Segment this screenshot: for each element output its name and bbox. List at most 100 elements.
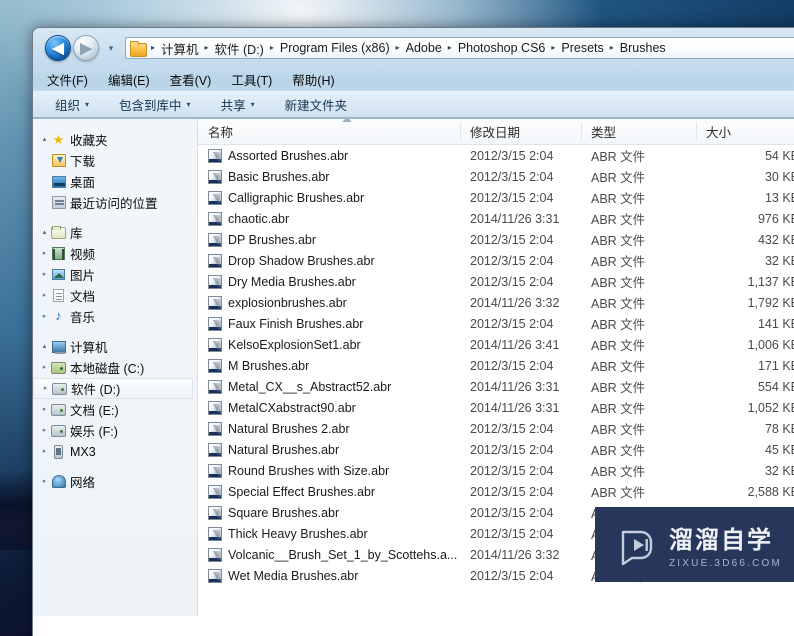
file-name-cell[interactable]: MetalCXabstract90.abr bbox=[198, 400, 460, 415]
file-name-cell[interactable]: chaotic.abr bbox=[198, 211, 460, 226]
file-name-cell[interactable]: Drop Shadow Brushes.abr bbox=[198, 253, 460, 268]
file-name-cell[interactable]: Wet Media Brushes.abr bbox=[198, 568, 460, 583]
menu-view[interactable]: 查看(V) bbox=[170, 68, 221, 91]
file-name-cell[interactable]: Natural Brushes 2.abr bbox=[198, 421, 460, 436]
sidebar-item-music[interactable]: ▸ ♪ 音乐 bbox=[33, 306, 197, 327]
table-row[interactable]: Natural Brushes.abr 2012/3/15 2:04 ABR 文件 4… bbox=[198, 439, 794, 460]
file-name-cell[interactable]: Thick Heavy Brushes.abr bbox=[198, 526, 460, 541]
file-name-cell[interactable]: KelsoExplosionSet1.abr bbox=[198, 337, 460, 352]
menu-help[interactable]: 帮助(H) bbox=[292, 68, 343, 91]
breadcrumb-item-5[interactable]: Presets bbox=[558, 40, 606, 56]
breadcrumb-item-3[interactable]: Adobe bbox=[403, 40, 445, 56]
chevron-collapsed-icon[interactable]: ▸ bbox=[40, 385, 51, 392]
nav-group-computer[interactable]: ▴ 计算机 bbox=[33, 336, 197, 357]
navigation-pane[interactable]: ▴ ★ 收藏夹 下载 桌面 最近访问的位置 ▴ 库 ▸ 视频 ▸ 图片 ▸ 文档… bbox=[33, 119, 198, 616]
breadcrumb-separator[interactable]: ▸ bbox=[267, 44, 277, 52]
share-button[interactable]: 共享 ▾ bbox=[213, 93, 263, 116]
file-name-cell[interactable]: Calligraphic Brushes.abr bbox=[198, 190, 460, 205]
breadcrumb-separator[interactable]: ▸ bbox=[393, 44, 403, 52]
breadcrumb-item-0[interactable]: 计算机 bbox=[158, 38, 202, 58]
column-header-date[interactable]: 修改日期 bbox=[460, 119, 581, 145]
chevron-expanded-icon[interactable]: ▴ bbox=[39, 343, 50, 350]
chevron-collapsed-icon[interactable]: ▸ bbox=[39, 313, 50, 320]
sidebar-item-recent-places[interactable]: 最近访问的位置 bbox=[33, 192, 197, 213]
table-row[interactable]: explosionbrushes.abr 2014/11/26 3:32 ABR 文… bbox=[198, 292, 794, 313]
file-name-cell[interactable]: Faux Finish Brushes.abr bbox=[198, 316, 460, 331]
sidebar-item-mx3[interactable]: ▸ MX3 bbox=[33, 441, 197, 462]
file-list-pane[interactable]: 名称 修改日期 类型 大小 Assorted Brushes.abr 2012/3… bbox=[198, 119, 794, 616]
file-name-cell[interactable]: Square Brushes.abr bbox=[198, 505, 460, 520]
chevron-collapsed-icon[interactable]: ▸ bbox=[39, 364, 50, 371]
file-name-cell[interactable]: Assorted Brushes.abr bbox=[198, 148, 460, 163]
sidebar-item-documents[interactable]: ▸ 文档 bbox=[33, 285, 197, 306]
table-row[interactable]: Natural Brushes 2.abr 2012/3/15 2:04 ABR 文… bbox=[198, 418, 794, 439]
table-row[interactable]: Basic Brushes.abr 2012/3/15 2:04 ABR 文件 30 … bbox=[198, 166, 794, 187]
file-name-cell[interactable]: Dry Media Brushes.abr bbox=[198, 274, 460, 289]
chevron-collapsed-icon[interactable]: ▸ bbox=[39, 478, 50, 485]
sidebar-item-desktop[interactable]: 桌面 bbox=[33, 171, 197, 192]
sidebar-item-documents-e[interactable]: ▸ 文档 (E:) bbox=[33, 399, 197, 420]
chevron-collapsed-icon[interactable]: ▸ bbox=[39, 250, 50, 257]
chevron-collapsed-icon[interactable]: ▸ bbox=[39, 427, 50, 434]
table-row[interactable]: Round Brushes with Size.abr 2012/3/15 2:0… bbox=[198, 460, 794, 481]
menu-file[interactable]: 文件(F) bbox=[47, 68, 97, 91]
table-row[interactable]: Calligraphic Brushes.abr 2012/3/15 2:04 AB… bbox=[198, 187, 794, 208]
chevron-expanded-icon[interactable]: ▴ bbox=[39, 229, 50, 236]
breadcrumb[interactable]: ▸ 计算机 ▸ 软件 (D:) ▸ Program Files (x86) ▸ … bbox=[125, 37, 794, 59]
chevron-collapsed-icon[interactable]: ▸ bbox=[39, 448, 50, 455]
chevron-collapsed-icon[interactable]: ▸ bbox=[39, 292, 50, 299]
sidebar-item-pictures[interactable]: ▸ 图片 bbox=[33, 264, 197, 285]
table-row[interactable]: Special Effect Brushes.abr 2012/3/15 2:04… bbox=[198, 481, 794, 502]
sidebar-item-local-disk-c[interactable]: ▸ 本地磁盘 (C:) bbox=[33, 357, 197, 378]
nav-group-libraries[interactable]: ▴ 库 bbox=[33, 222, 197, 243]
nav-group-favorites[interactable]: ▴ ★ 收藏夹 bbox=[33, 129, 197, 150]
file-name-cell[interactable]: Volcanic__Brush_Set_1_by_Scottehs.a... bbox=[198, 547, 460, 562]
sidebar-item-network[interactable]: ▸ 网络 bbox=[33, 471, 197, 492]
table-row[interactable]: chaotic.abr 2014/11/26 3:31 ABR 文件 976 KB bbox=[198, 208, 794, 229]
sidebar-item-software-d[interactable]: ▸ 软件 (D:) bbox=[33, 378, 193, 399]
column-header-size[interactable]: 大小 bbox=[696, 119, 794, 145]
organize-button[interactable]: 组织 ▾ bbox=[47, 93, 97, 116]
table-row[interactable]: KelsoExplosionSet1.abr 2014/11/26 3:41 ABR… bbox=[198, 334, 794, 355]
table-row[interactable]: MetalCXabstract90.abr 2014/11/26 3:31 ABR … bbox=[198, 397, 794, 418]
table-row[interactable]: Dry Media Brushes.abr 2012/3/15 2:04 ABR 文… bbox=[198, 271, 794, 292]
breadcrumb-item-2[interactable]: Program Files (x86) bbox=[277, 40, 393, 56]
file-name-cell[interactable]: Natural Brushes.abr bbox=[198, 442, 460, 457]
table-row[interactable]: Metal_CX__s_Abstract52.abr 2014/11/26 3:3… bbox=[198, 376, 794, 397]
recent-pages-dropdown-button[interactable]: ▾ bbox=[103, 36, 119, 60]
sidebar-item-downloads[interactable]: 下载 bbox=[33, 150, 197, 171]
column-header-type[interactable]: 类型 bbox=[581, 119, 696, 145]
chevron-expanded-icon[interactable]: ▴ bbox=[39, 136, 50, 143]
table-row[interactable]: DP Brushes.abr 2012/3/15 2:04 ABR 文件 432 KB bbox=[198, 229, 794, 250]
table-row[interactable]: M Brushes.abr 2012/3/15 2:04 ABR 文件 171 KB bbox=[198, 355, 794, 376]
table-row[interactable]: Drop Shadow Brushes.abr 2012/3/15 2:04 ABR… bbox=[198, 250, 794, 271]
new-folder-button[interactable]: 新建文件夹 bbox=[277, 93, 356, 116]
breadcrumb-item-6[interactable]: Brushes bbox=[617, 40, 669, 56]
file-name-cell[interactable]: Round Brushes with Size.abr bbox=[198, 463, 460, 478]
sidebar-item-videos[interactable]: ▸ 视频 bbox=[33, 243, 197, 264]
chevron-collapsed-icon[interactable]: ▸ bbox=[39, 406, 50, 413]
breadcrumb-item-1[interactable]: 软件 (D:) bbox=[212, 38, 267, 58]
forward-button[interactable]: ▶ bbox=[73, 35, 99, 61]
breadcrumb-separator[interactable]: ▸ bbox=[202, 44, 212, 52]
file-name-cell[interactable]: Basic Brushes.abr bbox=[198, 169, 460, 184]
file-name-cell[interactable]: explosionbrushes.abr bbox=[198, 295, 460, 310]
menu-tools[interactable]: 工具(T) bbox=[231, 68, 281, 91]
include-in-library-button[interactable]: 包含到库中 ▾ bbox=[111, 93, 199, 116]
sidebar-item-entertainment-f[interactable]: ▸ 娱乐 (F:) bbox=[33, 420, 197, 441]
table-row[interactable]: Faux Finish Brushes.abr 2012/3/15 2:04 ABR… bbox=[198, 313, 794, 334]
menu-edit[interactable]: 编辑(E) bbox=[108, 68, 159, 91]
file-name-cell[interactable]: M Brushes.abr bbox=[198, 358, 460, 373]
column-header-name[interactable]: 名称 bbox=[198, 119, 460, 145]
file-name-cell[interactable]: DP Brushes.abr bbox=[198, 232, 460, 247]
breadcrumb-separator[interactable]: ▸ bbox=[445, 44, 455, 52]
breadcrumb-separator[interactable]: ▸ bbox=[148, 44, 158, 52]
breadcrumb-separator[interactable]: ▸ bbox=[548, 44, 558, 52]
breadcrumb-separator[interactable]: ▸ bbox=[607, 44, 617, 52]
file-name-cell[interactable]: Metal_CX__s_Abstract52.abr bbox=[198, 379, 460, 394]
table-row[interactable]: Assorted Brushes.abr 2012/3/15 2:04 ABR 文件… bbox=[198, 145, 794, 166]
breadcrumb-item-4[interactable]: Photoshop CS6 bbox=[455, 40, 549, 56]
chevron-collapsed-icon[interactable]: ▸ bbox=[39, 271, 50, 278]
back-button[interactable]: ◀ bbox=[45, 35, 71, 61]
file-name-cell[interactable]: Special Effect Brushes.abr bbox=[198, 484, 460, 499]
